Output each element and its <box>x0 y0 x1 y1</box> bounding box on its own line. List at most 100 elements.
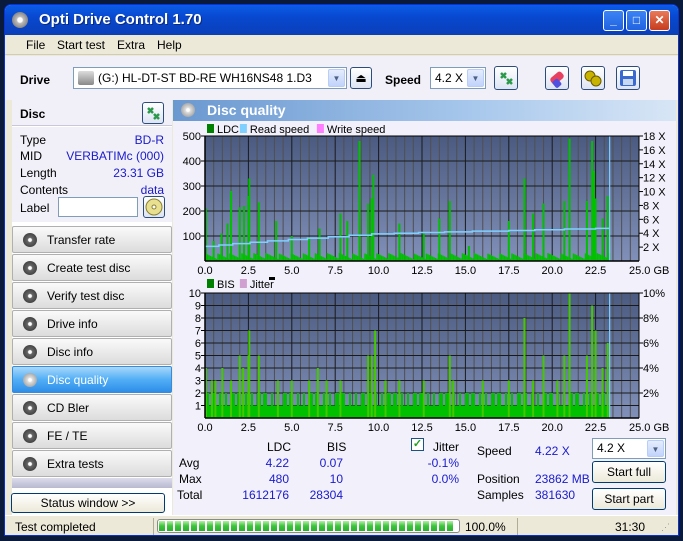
disc-refresh-button[interactable] <box>142 102 164 124</box>
progress-block <box>383 521 389 531</box>
x-tick-label: 17.5 <box>498 422 519 434</box>
y-right-tick-label: 8% <box>643 313 659 325</box>
speed-label: Speed <box>385 73 422 87</box>
nav-drive-info[interactable]: Drive info <box>12 310 172 337</box>
y-right-tick-label: 8 X <box>643 200 660 212</box>
refresh-icon <box>500 72 513 85</box>
resize-grip-icon[interactable]: ⋰ <box>661 522 670 533</box>
disc-label-input[interactable] <box>58 197 138 217</box>
menu-start-test[interactable]: Start test <box>57 38 105 52</box>
x-tick-label: 7.5 <box>328 422 343 434</box>
disc-label-button[interactable] <box>143 196 165 218</box>
chevron-down-icon[interactable]: ▼ <box>647 440 664 457</box>
legend-swatch <box>316 124 324 133</box>
menu-file[interactable]: File <box>26 38 45 52</box>
panel-title: Disc quality <box>207 102 286 118</box>
speed-select-value: 4.2 X <box>435 71 464 85</box>
legend-label: Jitter <box>250 279 274 291</box>
legend-label: BIS <box>217 279 235 291</box>
settings-button[interactable] <box>581 66 605 90</box>
max-ldc: 480 <box>268 472 289 486</box>
jitter-checkbox[interactable]: ✓ <box>411 438 424 451</box>
progress-block <box>447 521 453 531</box>
total-ldc: 1612176 <box>242 488 289 502</box>
nav-label: CD Bler <box>47 401 90 415</box>
progress-block <box>207 521 213 531</box>
nav-extra-tests[interactable]: Extra tests <box>12 450 172 477</box>
x-tick-label: 7.5 <box>328 265 343 277</box>
disc-tool-icon <box>23 401 37 415</box>
x-tick-label: 10.0 <box>368 265 389 277</box>
save-button[interactable] <box>616 66 640 90</box>
x-tick-label: 12.5 <box>411 265 432 277</box>
x-tick-label: 15.0 <box>455 265 476 277</box>
progress-block <box>359 521 365 531</box>
y-tick-label: 100 <box>183 231 201 243</box>
avg-bis: 0.07 <box>319 456 343 470</box>
start-full-button[interactable]: Start full <box>592 461 666 483</box>
disc-tool-icon <box>23 373 37 387</box>
disc-value: VERBATIMc (000) <box>66 149 164 163</box>
y-right-tick-label: 6 X <box>643 214 660 226</box>
x-tick-label: 0.0 <box>197 422 212 434</box>
speed-select[interactable]: 4.2 X ▼ <box>430 67 486 89</box>
x-tick-label: 22.5 <box>585 265 606 277</box>
avg-label: Avg <box>179 456 200 470</box>
y-tick-label: 5 <box>195 351 201 363</box>
total-bis: 28304 <box>309 488 343 502</box>
disc-tool-icon <box>23 345 37 359</box>
disc-tool-icon <box>23 289 37 303</box>
status-window-button[interactable]: Status window >> <box>11 493 165 513</box>
y-tick-label: 9 <box>195 301 201 313</box>
eject-button[interactable]: ⏏ <box>350 67 372 89</box>
x-tick-label: 20.0 <box>541 265 562 277</box>
disc-header-label: Disc <box>20 107 46 121</box>
nav-disc-quality[interactable]: Disc quality <box>12 366 172 393</box>
menu-bar: File Start test Extra Help <box>5 35 678 55</box>
nav-verify-test-disc[interactable]: Verify test disc <box>12 282 172 309</box>
position-value: 23862 MB <box>535 472 590 486</box>
progress-block <box>367 521 373 531</box>
menu-extra[interactable]: Extra <box>117 38 145 52</box>
erase-icon <box>550 71 564 88</box>
progress-block <box>287 521 293 531</box>
y-tick-label: 8 <box>195 313 201 325</box>
progress-block <box>431 521 437 531</box>
speed-value: 4.22 X <box>535 444 570 458</box>
nav-transfer-rate[interactable]: Transfer rate <box>12 226 172 253</box>
disc-header: Disc <box>12 100 172 126</box>
nav-cd-bler[interactable]: CD Bler <box>12 394 172 421</box>
nav-create-test-disc[interactable]: Create test disc <box>12 254 172 281</box>
x-tick-label: 22.5 <box>585 422 606 434</box>
drive-select[interactable]: (G:) HL-DT-ST BD-RE WH16NS48 1.D3 ▼ <box>73 67 347 89</box>
divider <box>153 518 154 535</box>
chevron-down-icon[interactable]: ▼ <box>328 69 345 87</box>
settings-icon <box>584 70 602 87</box>
y-right-tick-label: 2% <box>643 388 659 400</box>
disc-key: Length <box>20 166 57 180</box>
test-speed-select[interactable]: 4.2 X ▼ <box>592 438 666 459</box>
close-button[interactable]: ✕ <box>649 10 670 31</box>
disc-tool-icon <box>23 317 37 331</box>
menu-help[interactable]: Help <box>157 38 182 52</box>
speed-label: Speed <box>477 444 512 458</box>
nav-label: Create test disc <box>47 261 131 275</box>
legend-label: Read speed <box>250 124 309 136</box>
refresh-button[interactable] <box>494 66 518 90</box>
samples-value: 381630 <box>535 488 576 502</box>
progress-block <box>375 521 381 531</box>
legend-label: Write speed <box>327 124 386 136</box>
progress-block <box>159 521 165 531</box>
maximize-button[interactable]: □ <box>626 10 647 31</box>
drive-select-value: (G:) HL-DT-ST BD-RE WH16NS48 1.D3 <box>98 71 312 85</box>
erase-button[interactable] <box>545 66 569 90</box>
minimize-button[interactable]: _ <box>603 10 624 31</box>
progress-block <box>295 521 301 531</box>
chevron-down-icon[interactable]: ▼ <box>467 69 484 87</box>
nav-disc-info[interactable]: Disc info <box>12 338 172 365</box>
nav-fe-te[interactable]: FE / TE <box>12 422 172 449</box>
progress-block <box>223 521 229 531</box>
legend-swatch <box>207 279 214 288</box>
disc-tool-icon <box>23 429 37 443</box>
start-part-button[interactable]: Start part <box>592 488 666 510</box>
